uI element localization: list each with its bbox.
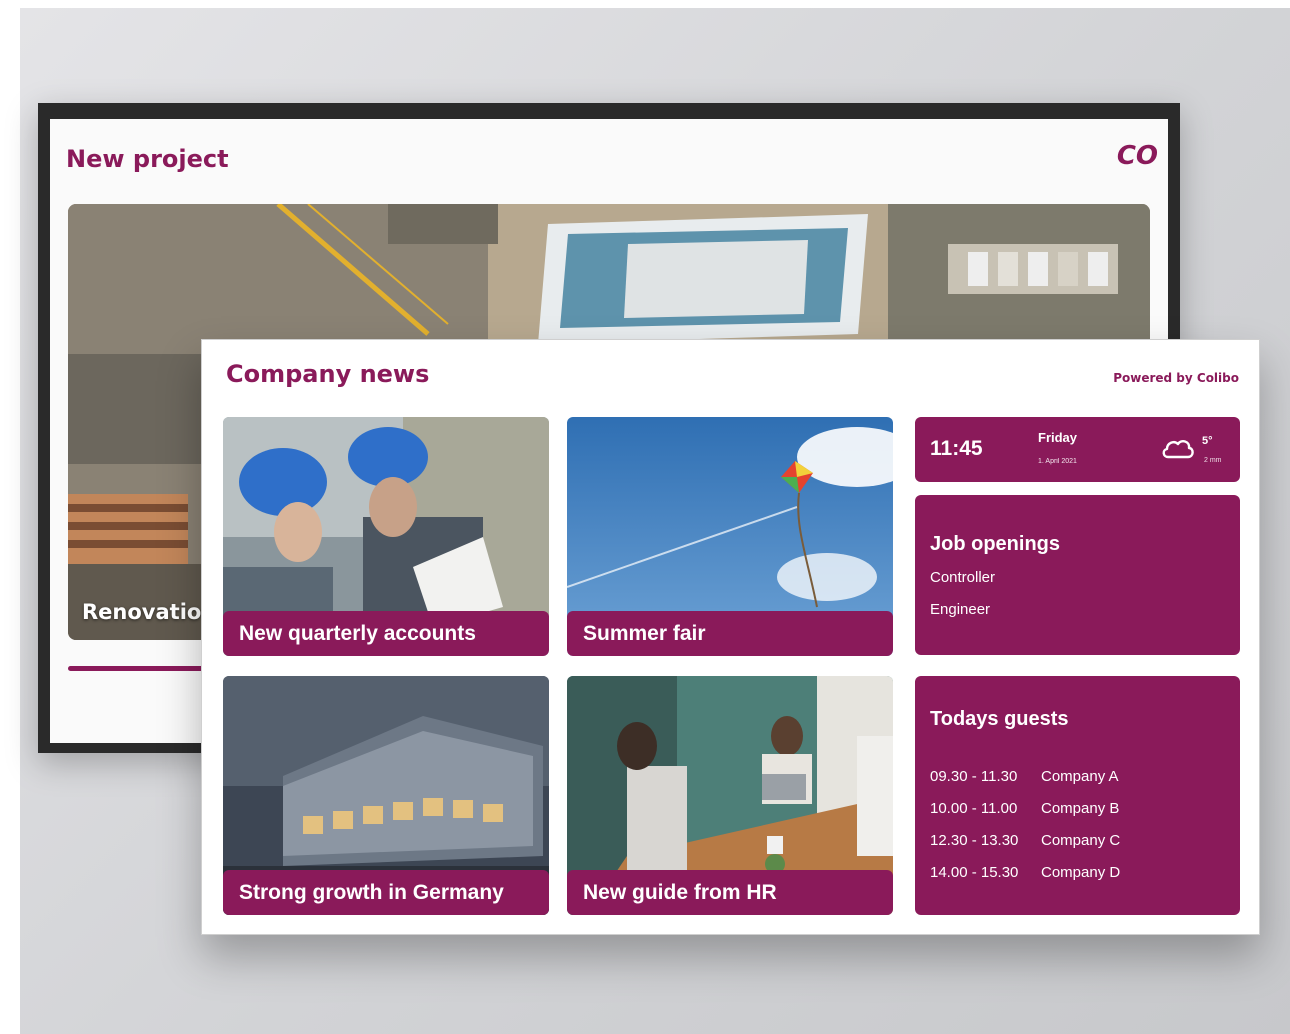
clock-time: 11:45 bbox=[930, 437, 983, 460]
todays-guests-title: Todays guests bbox=[930, 708, 1069, 730]
company-news-title: Company news bbox=[226, 360, 430, 388]
powered-by-label: Powered by Colibo bbox=[1113, 371, 1239, 385]
job-openings-title: Job openings bbox=[930, 533, 1060, 555]
news-card-label: New quarterly accounts bbox=[223, 611, 549, 656]
news-card-label: Strong growth in Germany bbox=[223, 870, 549, 915]
weekday: Friday bbox=[1038, 430, 1078, 445]
date: 1. April 2021 bbox=[1038, 458, 1077, 465]
guest-time: 09.30 - 11.30 bbox=[930, 768, 1018, 785]
colibo-logo: CO bbox=[1116, 141, 1158, 171]
guest-time: 10.00 - 11.00 bbox=[930, 800, 1018, 817]
precipitation: 2 mm bbox=[1204, 457, 1222, 464]
job-opening-item[interactable]: Controller bbox=[930, 569, 995, 586]
guest-time: 12.30 - 13.30 bbox=[930, 832, 1019, 849]
back-image-caption: Renovatio bbox=[82, 600, 202, 624]
cloud-icon bbox=[1162, 440, 1194, 459]
job-opening-item[interactable]: Engineer bbox=[930, 601, 990, 618]
news-card-growth-germany[interactable]: Strong growth in Germany bbox=[223, 676, 549, 915]
news-card-hr-guide[interactable]: New guide from HR bbox=[567, 676, 893, 915]
news-card-label: New guide from HR bbox=[567, 870, 893, 915]
guest-company: Company D bbox=[1041, 864, 1121, 881]
guest-company: Company A bbox=[1041, 768, 1119, 785]
slide-progress-bar bbox=[68, 666, 208, 671]
time-weather-widget: 11:45 Friday 1. April 2021 5° 2 mm bbox=[915, 417, 1240, 482]
guest-company: Company B bbox=[1041, 800, 1120, 817]
news-card-quarterly[interactable]: New quarterly accounts bbox=[223, 417, 549, 656]
guest-time: 14.00 - 15.30 bbox=[930, 864, 1019, 881]
temperature: 5° bbox=[1202, 435, 1213, 447]
front-monitor: Company news Powered by Colibo New quart… bbox=[201, 339, 1260, 935]
news-card-summer-fair[interactable]: Summer fair bbox=[567, 417, 893, 656]
job-openings-widget: Job openings Controller Engineer bbox=[915, 495, 1240, 655]
news-card-label: Summer fair bbox=[567, 611, 893, 656]
guest-company: Company C bbox=[1041, 832, 1121, 849]
back-page-title: New project bbox=[66, 145, 229, 173]
todays-guests-widget: Todays guests 09.30 - 11.30 Company A 10… bbox=[915, 676, 1240, 915]
